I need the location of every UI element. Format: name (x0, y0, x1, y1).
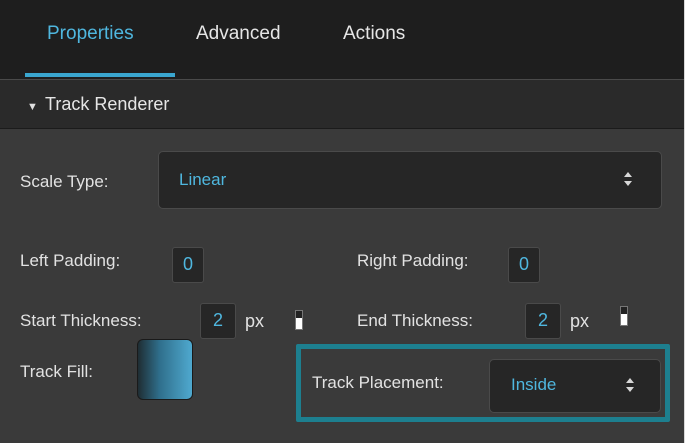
track-fill-color-swatch[interactable] (137, 339, 193, 400)
active-tab-indicator (25, 73, 175, 77)
start-thickness-label: Start Thickness: (20, 311, 142, 330)
track-fill-label: Track Fill: (20, 362, 94, 381)
up-down-arrows-icon (624, 172, 632, 186)
start-thickness-handle-fill (296, 318, 302, 329)
end-thickness-label: End Thickness: (357, 311, 473, 330)
scale-type-value: Linear (179, 170, 227, 189)
right-padding-input[interactable]: 0 (508, 247, 540, 283)
tab-actions[interactable]: Actions (343, 20, 405, 48)
screenshot-root: Properties Advanced Actions ▼ Track Rend… (0, 0, 686, 443)
start-thickness-unit: px (245, 311, 265, 331)
track-placement-label: Track Placement: (312, 373, 444, 392)
track-placement-select[interactable]: Inside (489, 359, 661, 413)
scale-type-label: Scale Type: (20, 172, 109, 191)
tab-properties[interactable]: Properties (47, 20, 134, 48)
left-padding-input[interactable]: 0 (172, 247, 204, 283)
triangle-down-icon[interactable]: ▼ (27, 101, 38, 113)
left-padding-label: Left Padding: (20, 251, 121, 270)
end-thickness-unit: px (570, 311, 590, 331)
end-thickness-handle-fill (621, 314, 627, 325)
end-thickness-slider-handle[interactable] (620, 306, 628, 326)
section-title[interactable]: Track Renderer (45, 92, 169, 116)
end-thickness-input[interactable]: 2 (525, 303, 561, 339)
scale-type-select[interactable]: Linear (158, 151, 662, 209)
properties-panel: Properties Advanced Actions ▼ Track Rend… (0, 0, 685, 443)
track-placement-value: Inside (511, 375, 557, 394)
tab-bar: Properties Advanced Actions (0, 0, 684, 80)
start-thickness-input[interactable]: 2 (200, 303, 236, 339)
right-padding-label: Right Padding: (357, 251, 469, 270)
up-down-arrows-icon (626, 378, 634, 392)
start-thickness-slider-handle[interactable] (295, 310, 303, 330)
tab-advanced[interactable]: Advanced (196, 20, 281, 48)
